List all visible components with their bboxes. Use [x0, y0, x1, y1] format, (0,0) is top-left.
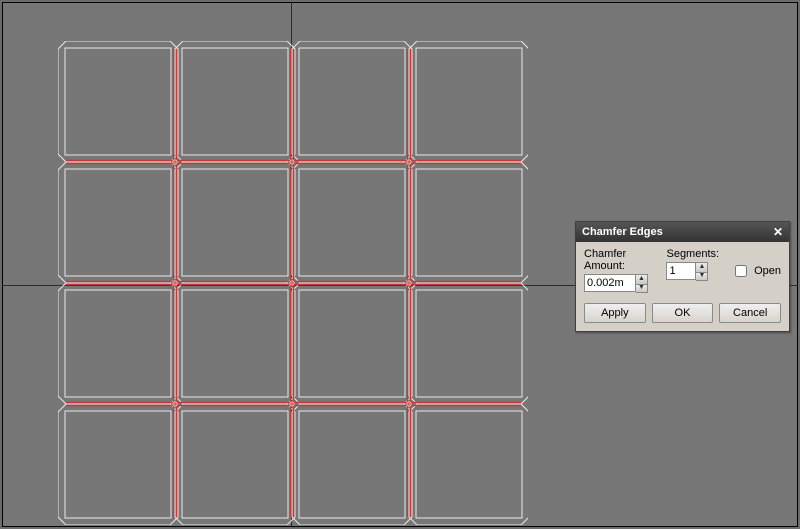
segments-input[interactable] — [666, 262, 696, 280]
segments-down[interactable]: ▼ — [696, 272, 707, 281]
open-checkbox-wrap[interactable]: Open — [731, 248, 781, 280]
ok-button[interactable]: OK — [652, 303, 714, 323]
wireframe-mesh — [58, 41, 528, 525]
chamfer-amount-label: Chamfer Amount: — [584, 248, 658, 272]
cancel-button[interactable]: Cancel — [719, 303, 781, 323]
viewport[interactable]: Chamfer Edges ✕ Chamfer Amount: ▲ ▼ — [3, 3, 797, 526]
chamfer-amount-down[interactable]: ▼ — [636, 284, 647, 293]
chamfer-edges-dialog: Chamfer Edges ✕ Chamfer Amount: ▲ ▼ — [575, 221, 790, 332]
segments-up[interactable]: ▲ — [696, 263, 707, 272]
segments-label: Segments: — [666, 248, 719, 260]
dialog-title: Chamfer Edges — [582, 226, 663, 238]
chamfer-amount-input[interactable] — [584, 274, 636, 292]
chamfer-amount-up[interactable]: ▲ — [636, 275, 647, 284]
dialog-titlebar[interactable]: Chamfer Edges ✕ — [576, 222, 789, 242]
open-label: Open — [754, 265, 781, 277]
open-checkbox[interactable] — [735, 265, 747, 277]
apply-button[interactable]: Apply — [584, 303, 646, 323]
close-icon[interactable]: ✕ — [770, 225, 786, 240]
